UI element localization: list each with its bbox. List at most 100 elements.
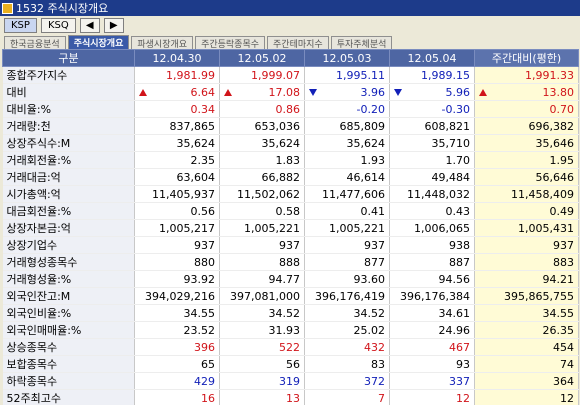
cell-value: 1,005,431: [518, 221, 574, 235]
toolbar: KSP KSQ ◀ ▶: [0, 16, 580, 35]
table-cell: 319: [219, 372, 305, 390]
cell-value: 11,458,409: [511, 187, 574, 201]
table-cell: 1,006,065: [389, 219, 475, 237]
header-date: 주간대비(평한): [474, 49, 579, 67]
cell-value: 26.35: [542, 323, 575, 337]
table-cell: 24.96: [389, 321, 475, 339]
table-cell: 11,477,606: [304, 185, 390, 203]
header-label: 구분: [2, 49, 135, 67]
table-row[interactable]: 외국인비율:% 34.55 34.52 34.52 34.61 34.55: [2, 304, 579, 322]
row-label: 상장자본금:억: [2, 219, 135, 237]
table-cell: 1,005,431: [474, 219, 579, 237]
table-cell: 11,458,409: [474, 185, 579, 203]
down-arrow-icon: [309, 88, 317, 96]
table-cell: 1,995.11: [304, 66, 390, 84]
table-cell: 880: [134, 253, 220, 271]
title-bar: 1532 주식시장개요: [0, 0, 580, 16]
cell-value: 35,624: [346, 136, 386, 150]
table-cell: 93.92: [134, 270, 220, 288]
cell-value: 66,882: [261, 170, 301, 184]
cell-value: 887: [449, 255, 470, 269]
cell-value: 23.52: [183, 323, 216, 337]
cell-value: 6.64: [190, 85, 216, 99]
cell-value: 0.49: [549, 204, 575, 218]
cell-value: 46,614: [346, 170, 386, 184]
tab-2[interactable]: 파생시장개요: [131, 36, 194, 50]
table-cell: 34.55: [474, 304, 579, 322]
table-cell: 1,005,217: [134, 219, 220, 237]
tab-3[interactable]: 주간등락종목수: [195, 36, 266, 50]
cell-value: 1,005,217: [159, 221, 215, 235]
cell-value: 35,646: [535, 136, 575, 150]
cell-value: 34.61: [438, 306, 471, 320]
table-row[interactable]: 상승종목수 396 522 432 467 454: [2, 338, 579, 356]
table-cell: 17.08: [219, 83, 305, 101]
row-label: 대금회전율:%: [2, 202, 135, 220]
cell-value: 1,995.11: [336, 68, 385, 82]
cell-value: 17.08: [268, 85, 301, 99]
cell-value: 397,081,000: [230, 289, 300, 303]
table-cell: 395,865,755: [474, 287, 579, 305]
table-cell: 0.43: [389, 202, 475, 220]
table-row[interactable]: 하락종목수 429 319 372 337 364: [2, 372, 579, 390]
cell-value: 11,502,062: [237, 187, 300, 201]
table-row[interactable]: 상장주식수:M 35,624 35,624 35,624 35,710 35,646: [2, 134, 579, 152]
table-cell: 1.95: [474, 151, 579, 169]
table-row[interactable]: 거래대금:억 63,604 66,882 46,614 49,484 56,646: [2, 168, 579, 186]
table-cell: 94.56: [389, 270, 475, 288]
arrow-right-icon[interactable]: ▶: [103, 18, 124, 33]
table-cell: 364: [474, 372, 579, 390]
tab-1[interactable]: 주식시장개요: [67, 35, 130, 49]
cell-value: 11,448,032: [407, 187, 470, 201]
tab-4[interactable]: 주간테마지수: [267, 36, 329, 50]
ksp-button[interactable]: KSP: [4, 18, 37, 33]
table-cell: 396: [134, 338, 220, 356]
table-row[interactable]: 시가총액:억 11,405,937 11,502,062 11,477,606 11,4…: [2, 185, 579, 203]
cell-value: 94.56: [438, 272, 471, 286]
cell-value: 1,006,065: [414, 221, 470, 235]
market-summary-table-wrap: 구분 12.04.30 12.05.02 12.05.03 12.05.04 주간대비(평…: [2, 49, 579, 405]
table-cell: 888: [219, 253, 305, 271]
cell-value: 1,989.15: [421, 68, 470, 82]
table-row[interactable]: 대비율:% 0.34 0.86 -0.20 -0.30 0.70: [2, 100, 579, 118]
table-cell: 13: [219, 389, 305, 405]
table-cell: 26.35: [474, 321, 579, 339]
ksq-button[interactable]: KSQ: [40, 18, 76, 33]
table-cell: 937: [474, 236, 579, 254]
table-row[interactable]: 종합주가지수 1,981.99 1,999.07 1,995.11 1,989.15 1,…: [2, 66, 579, 84]
tab-5[interactable]: 투자주체분석: [330, 36, 393, 50]
cell-value: 937: [553, 238, 574, 252]
table-row[interactable]: 외국인잔고:M 394,029,216 397,081,000 396,176,419…: [2, 287, 579, 305]
cell-value: 653,036: [254, 119, 301, 133]
table-row[interactable]: 대금회전율:% 0.56 0.58 0.41 0.43 0.49: [2, 202, 579, 220]
tab-0[interactable]: 한국금융분석: [4, 36, 66, 50]
table-row[interactable]: 거래회전율:% 2.35 1.83 1.93 1.70 1.95: [2, 151, 579, 169]
table-cell: -0.30: [389, 100, 475, 118]
cell-value: 0.34: [190, 102, 216, 116]
cell-value: 56: [286, 357, 300, 371]
table-cell: 1,989.15: [389, 66, 475, 84]
cell-value: 685,809: [339, 119, 386, 133]
table-row[interactable]: 거래형성종목수 880 888 877 887 883: [2, 253, 579, 271]
table-cell: 937: [304, 236, 390, 254]
table-header-row: 구분 12.04.30 12.05.02 12.05.03 12.05.04 주간대비(평…: [2, 49, 579, 67]
table-cell: 937: [134, 236, 220, 254]
row-label: 종합주가지수: [2, 66, 135, 84]
table-row[interactable]: 상장자본금:억 1,005,217 1,005,221 1,005,221 1,006,…: [2, 219, 579, 237]
cell-value: 395,865,755: [504, 289, 574, 303]
table-row[interactable]: 대비 6.64 17.08 3.96 5.96 13.80: [2, 83, 579, 101]
table-row[interactable]: 보합종목수 65 56 83 93 74: [2, 355, 579, 373]
table-cell: 34.55: [134, 304, 220, 322]
arrow-left-icon[interactable]: ◀: [79, 18, 100, 33]
cell-value: 1,005,221: [329, 221, 385, 235]
window-icon: [2, 2, 13, 14]
table-row[interactable]: 상장기업수 937 937 937 938 937: [2, 236, 579, 254]
table-cell: 25.02: [304, 321, 390, 339]
table-row[interactable]: 외국인매매율:% 23.52 31.93 25.02 24.96 26.35: [2, 321, 579, 339]
table-cell: 0.86: [219, 100, 305, 118]
table-row[interactable]: 거래형성율:% 93.92 94.77 93.60 94.56 94.21: [2, 270, 579, 288]
table-row[interactable]: 거래량:천 837,865 653,036 685,809 608,821 696,382: [2, 117, 579, 135]
cell-value: 0.41: [360, 204, 386, 218]
cell-value: 49,484: [431, 170, 471, 184]
table-row[interactable]: 52주최고수 16 13 7 12 12: [2, 389, 579, 405]
